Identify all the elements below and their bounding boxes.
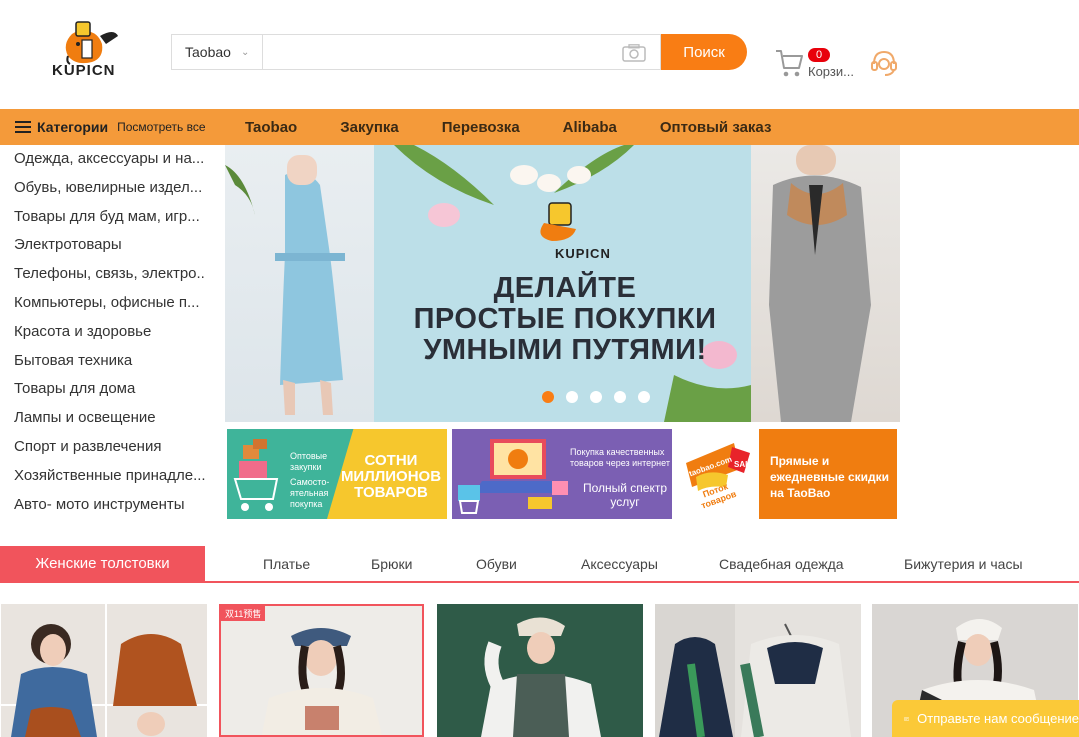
promo-title: Прямые и ежедневные скидки на TaoBao [770,454,890,500]
search-scope-value: Taobao [185,44,231,60]
category-item[interactable]: Лампы и освещение [0,404,205,433]
nav-item-perevozka[interactable]: Перевозка [442,119,520,136]
promo-sale-tag: SALE [734,460,756,469]
category-item[interactable]: Хозяйственные принадле... [0,462,205,491]
chat-widget[interactable]: Отправьте нам сообщение [892,700,1079,737]
nav-item-taobao[interactable]: Taobao [245,119,297,136]
tab-dresses[interactable]: Платье [263,546,310,582]
product-card[interactable] [437,604,643,737]
category-item[interactable]: Телефоны, связь, электро... [0,260,205,289]
category-item[interactable]: Одежда, аксессуары и на... [0,145,205,174]
hero-banner[interactable]: KUPICN ДЕЛАЙТЕ ПРОСТЫЕ ПОКУПКИ УМНЫМИ ПУ… [225,145,900,422]
cart-icon[interactable] [775,48,803,78]
banner-model-right [751,145,900,422]
search-scope-select[interactable]: Taobao ⌄ [171,34,262,70]
tab-accessories[interactable]: Аксессуары [581,546,658,582]
view-all-link[interactable]: Посмотреть все [117,120,205,134]
shopping-cart-illustration [233,439,279,511]
page: KUPICN Taobao ⌄ Поиск 0 Корзи... Категор… [0,0,1079,737]
carousel-dots [542,391,650,403]
promo-discounts[interactable]: Прямые и ежедневные скидки на TaoBao [759,429,897,519]
promo-wholesale[interactable]: Оптовые закупки Самосто- ятельная покупк… [227,429,447,519]
banner-headline-line: УМНЫМИ ПУТЯМИ! [423,334,707,366]
category-item[interactable]: Компьютеры, офисные п... [0,289,205,318]
categories-title: Категории [37,119,109,135]
promo-small-line: Покупка качественных [570,447,665,457]
promo-small-text: Покупка качественных товаров через интер… [570,447,670,469]
product-tag: 双11预售 [221,606,266,621]
promo-big-text: Полный спектр услуг [582,481,668,509]
promo-taobao-stream[interactable]: taobao.com SALE Поток товаров [676,429,758,519]
laptop-illustration [458,439,568,514]
cart-label[interactable]: Корзи... [808,64,854,79]
category-list: Одежда, аксессуары и на... Обувь, ювелир… [0,145,225,519]
product-image [261,628,383,735]
banner-headline-line: ДЕЛАЙТЕ [493,272,637,304]
category-item[interactable]: Красота и здоровье [0,318,205,347]
tab-womens-hoodies[interactable]: Женские толстовки [0,546,205,582]
product-image [481,617,601,737]
tab-shoes[interactable]: Обуви [476,546,517,582]
category-item[interactable]: Бытовая техника [0,347,205,376]
promo-small-line: покупка [290,499,323,509]
search-input-wrap [261,34,662,70]
banner-headline: ДЕЛАЙТЕ ПРОСТЫЕ ПОКУПКИ УМНЫМИ ПУТЯМИ! [385,273,745,366]
category-item[interactable]: Электротовары [0,231,205,260]
search-bar: Taobao ⌄ Поиск [171,34,747,70]
cart-count-badge: 0 [808,48,831,62]
promo-small-line: Оптовые [290,451,328,461]
tab-jewelry-watches[interactable]: Бижутерия и часы [904,546,1023,582]
promo-small-line: закупки [290,462,322,472]
banner-model-left [225,145,374,422]
product-card[interactable] [1,604,207,737]
carousel-dot[interactable] [638,391,650,403]
logo-text: KUPICN [52,62,116,79]
promo-small-line: товаров через интернет [570,458,670,468]
category-item[interactable]: Товары для буд мам, игр... [0,203,205,232]
carousel-dot[interactable] [614,391,626,403]
category-item[interactable]: Обувь, ювелирные издел... [0,174,205,203]
search-input[interactable] [262,35,661,69]
product-image [655,604,851,737]
product-card[interactable] [655,604,861,737]
carousel-dot[interactable] [590,391,602,403]
chevron-down-icon: ⌄ [240,46,250,58]
promo-big-text: СОТНИ МИЛЛИОНОВ ТОВАРОВ [340,452,442,501]
category-item[interactable]: Авто- мото инструменты [0,491,205,520]
nav-item-wholesale[interactable]: Оптовый заказ [660,119,772,136]
nav-item-alibaba[interactable]: Alibaba [563,119,617,136]
search-button[interactable]: Поиск [661,34,747,70]
category-item[interactable]: Товары для дома [0,375,205,404]
nav-items: Taobao Закупка Перевозка Alibaba Оптовый… [225,109,794,145]
tab-pants[interactable]: Брюки [371,546,412,582]
carousel-dot[interactable] [542,391,554,403]
tab-wedding[interactable]: Свадебная одежда [719,546,844,582]
category-item[interactable]: Спорт и развлечения [0,433,205,462]
categories-header[interactable]: Категории Посмотреть все [0,109,225,145]
camera-icon[interactable] [622,44,646,62]
message-icon [904,716,910,721]
promo-small-text: Оптовые закупки Самосто- ятельная покупк… [290,451,329,510]
main-nav: Категории Посмотреть все Taobao Закупка … [0,109,1079,145]
chat-label: Отправьте нам сообщение [917,711,1079,726]
product-tabs: Женские толстовки Платье Брюки Обуви Акс… [0,546,1079,583]
banner-logo-text: KUPICN [555,246,611,261]
product-card[interactable]: 双11预售 [219,604,424,737]
promo-services[interactable]: Покупка качественных товаров через интер… [452,429,672,519]
headset-icon[interactable] [870,48,898,78]
banner-headline-line: ПРОСТЫЕ ПОКУПКИ [413,303,717,335]
nav-item-zakupka[interactable]: Закупка [340,119,399,136]
menu-icon [15,121,31,133]
promo-small-line: ятельная [290,488,329,498]
product-image [1,604,207,737]
promo-small-line: Самосто- [290,477,330,487]
carousel-dot[interactable] [566,391,578,403]
